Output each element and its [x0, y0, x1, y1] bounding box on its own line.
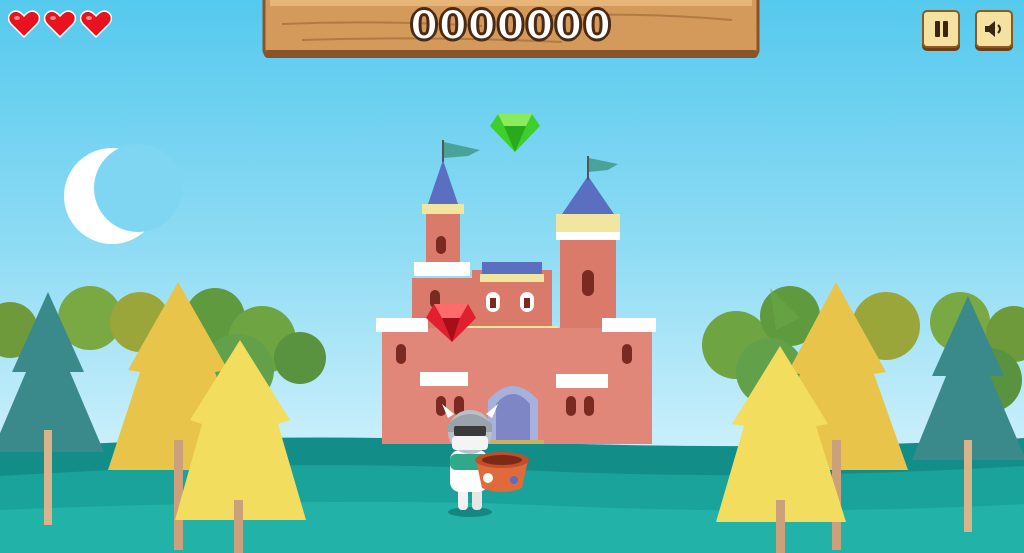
- pause-button[interactable]: [922, 10, 960, 48]
- falling-emerald-gem: [490, 114, 540, 152]
- life-heart-icon: [8, 10, 40, 38]
- game-stage[interactable]: 0000000: [0, 0, 1024, 553]
- life-heart-icon: [80, 10, 112, 38]
- life-heart-icon: [44, 10, 76, 38]
- speaker-icon: [985, 21, 1001, 37]
- pause-icon: [935, 21, 948, 37]
- sound-button[interactable]: [975, 10, 1013, 48]
- score-counter: 0000000: [409, 2, 612, 50]
- castle: [376, 140, 656, 444]
- crescent-moon: [64, 144, 182, 244]
- background-scene: [0, 114, 1024, 553]
